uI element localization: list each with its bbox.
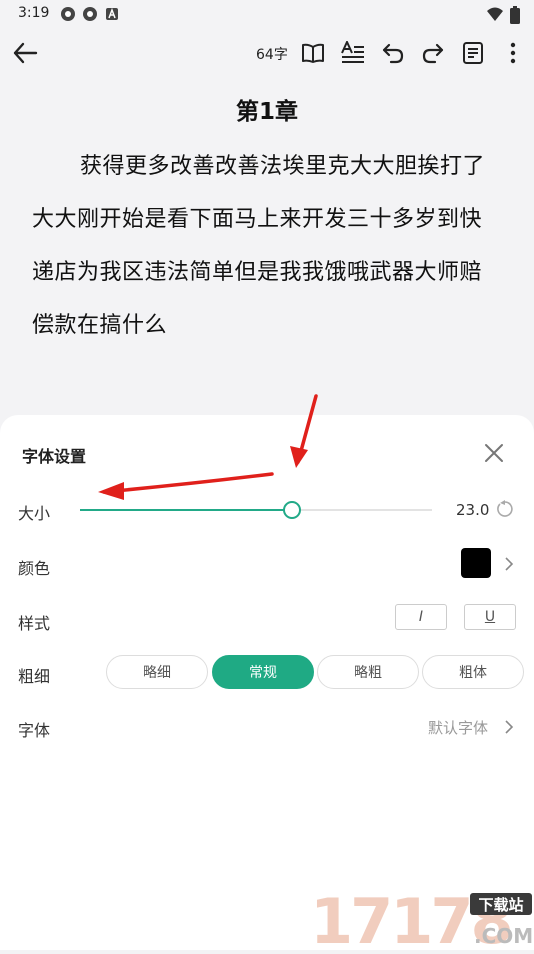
underline-toggle[interactable]: U (464, 604, 516, 630)
book-view-button[interactable] (298, 38, 328, 68)
more-options-button[interactable] (498, 38, 528, 68)
site-watermark-logo: 17178 下载站 .COM (310, 885, 534, 954)
notification-icons (60, 6, 120, 22)
panel-title: 字体设置 (22, 447, 87, 466)
status-time: 3:19 (18, 5, 50, 21)
redo-button[interactable] (418, 38, 448, 68)
font-chevron-right-icon[interactable] (502, 719, 516, 734)
undo-icon (382, 43, 404, 64)
undo-button[interactable] (378, 38, 408, 68)
font-size-slider[interactable] (80, 501, 432, 519)
style-label: 样式 (18, 614, 51, 633)
document-icon (463, 42, 483, 64)
chapter-content[interactable]: 获得更多改善改善法埃里克大大胆挨打了大大刚开始是看下面马上来开发三十多岁到快递店… (32, 140, 502, 352)
font-size-value: 23.0 (456, 501, 490, 519)
italic-toggle[interactable]: I (395, 604, 447, 630)
reset-icon (497, 500, 513, 517)
text-format-icon (341, 41, 364, 63)
slider-thumb[interactable] (283, 501, 302, 519)
more-vertical-icon (510, 42, 516, 64)
book-icon (302, 43, 324, 63)
back-button[interactable] (10, 38, 40, 68)
color-label: 颜色 (18, 559, 51, 578)
font-family-value[interactable]: 默认字体 (428, 717, 488, 738)
status-bar: 3:19 (0, 0, 534, 30)
system-status-icons (486, 6, 520, 28)
font-label: 字体 (18, 721, 51, 740)
wifi-icon (486, 6, 504, 28)
slider-fill (80, 509, 292, 511)
watermark-site: 下载站 (478, 896, 523, 914)
chapter-title: 第1章 (235, 99, 298, 125)
battery-icon (510, 6, 520, 28)
back-arrow-icon (13, 42, 38, 64)
size-label: 大小 (18, 504, 51, 523)
reader-toolbar: 64字 (0, 30, 534, 76)
text-notification-icon (104, 6, 120, 22)
chapter-paragraph: 获得更多改善改善法埃里克大大胆挨打了大大刚开始是看下面马上来开发三十多岁到快递店… (32, 154, 486, 338)
weight-label: 粗细 (18, 667, 51, 686)
color-chevron-right-icon[interactable] (502, 556, 516, 571)
weight-option-light[interactable]: 略细 (106, 655, 208, 689)
watermark-suffix: .COM (474, 924, 533, 948)
italic-icon: I (418, 609, 424, 625)
weight-option-bold[interactable]: 粗体 (422, 655, 524, 689)
close-icon (485, 444, 503, 462)
word-count: 64字 (256, 47, 288, 63)
reset-size-button[interactable] (496, 500, 514, 518)
underline-icon: U (484, 609, 496, 625)
weight-option-medium[interactable]: 略粗 (317, 655, 419, 689)
notes-button[interactable] (458, 38, 488, 68)
redo-icon (422, 43, 444, 64)
close-button[interactable] (480, 439, 508, 467)
color-swatch[interactable] (461, 548, 491, 578)
font-settings-panel: 字体设置 大小 23.0 颜色 样式 I U 粗细 略细 常规 略粗 粗体 字体… (0, 415, 534, 950)
app-notification-icon (82, 6, 98, 22)
weight-option-regular[interactable]: 常规 (212, 655, 314, 689)
text-format-button[interactable] (338, 38, 368, 68)
app-notification-icon (60, 6, 76, 22)
